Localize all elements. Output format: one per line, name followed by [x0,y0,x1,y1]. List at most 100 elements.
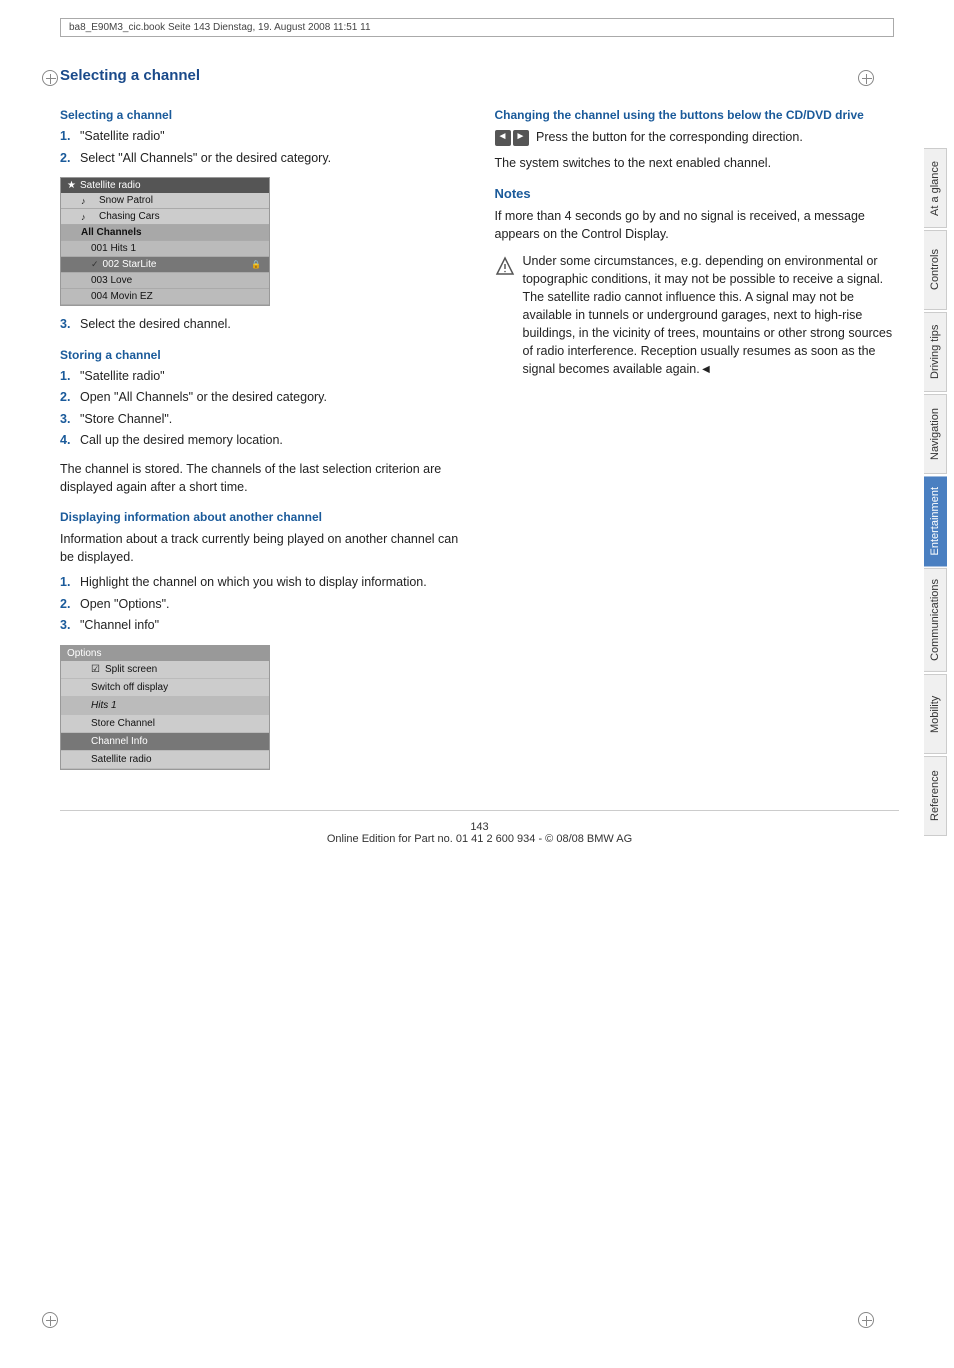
two-column-layout: Selecting a channel 1. "Satellite radio"… [60,94,899,780]
list-item: 1. "Satellite radio" [60,368,465,386]
note-block: Under some circumstances, e.g. depending… [495,252,900,387]
footer-text: Online Edition for Part no. 01 41 2 600 … [327,833,632,845]
options-row: ☑ Split screen [61,661,269,679]
row-text: Split screen [105,664,157,675]
subsection-selecting: Selecting a channel [60,108,465,122]
step-num: 2. [60,596,74,614]
screen-row: ♪ Snow Patrol [61,193,269,209]
step-num: 1. [60,128,74,146]
screen-row: ♪ Chasing Cars [61,209,269,225]
row-text: Snow Patrol [99,195,153,206]
screen-rows: ♪ Snow Patrol ♪ Chasing Cars All Channel… [61,193,269,305]
options-title-bar: Options [61,646,269,661]
screen-title-text: Satellite radio [80,180,141,191]
file-header: ba8_E90M3_cic.book Seite 143 Dienstag, 1… [60,18,894,37]
step-num: 4. [60,432,74,450]
list-item: 1. Highlight the channel on which you wi… [60,574,465,592]
step-num: 1. [60,368,74,386]
options-row: Store Channel [61,715,269,733]
row-text: 003 Love [91,275,132,286]
lock-icon: 🔒 [251,260,261,269]
step-num: 3. [60,617,74,635]
step-text: Select the desired channel. [80,316,231,334]
sidebar-tab-controls[interactable]: Controls [924,230,947,310]
music-icon: ♪ [81,196,95,206]
list-item: 2. Select "All Channels" or the desired … [60,150,465,168]
row-text: 001 Hits 1 [91,243,136,254]
step-text: "Store Channel". [80,411,172,429]
sidebar-tab-driving-tips[interactable]: Driving tips [924,312,947,392]
changing-para2: The system switches to the next enabled … [495,154,900,172]
page-footer: 143 Online Edition for Part no. 01 41 2 … [60,810,899,845]
step-num: 3. [60,316,74,334]
notes-para1: If more than 4 seconds go by and no sign… [495,207,900,243]
screen-row-sub: 001 Hits 1 [61,241,269,257]
sidebar-tab-navigation[interactable]: Navigation [924,394,947,474]
changing-para1: ◄ ► Press the button for the correspondi… [495,128,900,146]
step-num: 1. [60,574,74,592]
left-arrow-btn: ◄ [495,130,511,146]
check-icon: ✓ [91,259,99,270]
selecting-step3: 3. Select the desired channel. [60,316,465,334]
row-text: All Channels [81,227,142,238]
step-text: "Channel info" [80,617,159,635]
subsection-changing-channel: Changing the channel using the buttons b… [495,108,900,122]
screen-title-bar: ★ Satellite radio [61,178,269,193]
note-triangle-container [495,256,515,387]
screen-row-active: ✓ 002 StarLite 🔒 [61,257,269,273]
arrow-buttons: ◄ ► [495,130,529,146]
sidebar-tab-at-a-glance[interactable]: At a glance [924,148,947,228]
list-item: 2. Open "All Channels" or the desired ca… [60,389,465,407]
displaying-para: Information about a track currently bein… [60,530,465,566]
subsection-storing: Storing a channel [60,348,465,362]
right-column: Changing the channel using the buttons b… [495,94,900,780]
corner-mark-br [858,1312,874,1328]
list-item: 3. Select the desired channel. [60,316,465,334]
main-content: Selecting a channel Selecting a channel … [60,67,899,845]
sidebar-tab-entertainment[interactable]: Entertainment [924,476,947,566]
row-text: Switch off display [91,682,168,693]
page-title: Selecting a channel [60,67,899,84]
step-num: 3. [60,411,74,429]
sidebar-tab-reference[interactable]: Reference [924,756,947,836]
row-text: Hits 1 [91,700,117,711]
right-sidebar: At a glance Controls Driving tips Naviga… [916,18,954,1368]
step-text: Call up the desired memory location. [80,432,283,450]
step-text: Open "Options". [80,596,169,614]
screen-row-sub: 003 Love [61,273,269,289]
step-text: Select "All Channels" or the desired cat… [80,150,331,168]
storing-steps: 1. "Satellite radio" 2. Open "All Channe… [60,368,465,450]
notes-title: Notes [495,186,900,201]
storing-para: The channel is stored. The channels of t… [60,460,465,496]
step-text: "Satellite radio" [80,128,165,146]
row-text: Store Channel [91,718,155,729]
row-text: Channel Info [91,736,148,747]
checkbox-icon: ☑ [91,664,100,675]
sidebar-tab-mobility[interactable]: Mobility [924,674,947,754]
options-title-text: Options [67,648,101,659]
para-text: Press the button for the corresponding d… [536,130,803,144]
note-text: Under some circumstances, e.g. depending… [523,252,900,379]
step-text: Highlight the channel on which you wish … [80,574,427,592]
options-row: Satellite radio [61,751,269,769]
page-number: 143 [470,821,488,833]
row-text: 004 Movin EZ [91,291,153,302]
options-row-highlighted: Channel Info [61,733,269,751]
step-text: "Satellite radio" [80,368,165,386]
options-row: Switch off display [61,679,269,697]
list-item: 2. Open "Options". [60,596,465,614]
list-item: 3. "Channel info" [60,617,465,635]
sidebar-tab-communications[interactable]: Communications [924,568,947,672]
music-icon: ♪ [81,212,95,222]
selecting-steps: 1. "Satellite radio" 2. Select "All Chan… [60,128,465,167]
list-item: 3. "Store Channel". [60,411,465,429]
left-column: Selecting a channel 1. "Satellite radio"… [60,94,465,780]
step-num: 2. [60,150,74,168]
corner-mark-tl [42,70,58,86]
subsection-displaying: Displaying information about another cha… [60,510,465,524]
corner-mark-bl [42,1312,58,1328]
row-text: Chasing Cars [99,211,160,222]
options-mockup: Options ☑ Split screen Switch off displa… [60,645,270,770]
screen-row-sub: 004 Movin EZ [61,289,269,305]
row-text: 002 StarLite [103,259,157,270]
